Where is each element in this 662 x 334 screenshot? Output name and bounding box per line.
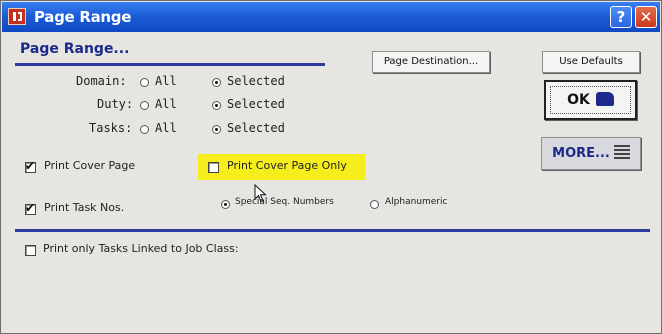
heading-divider [15,63,325,66]
duty-label: Duty: [97,97,134,111]
ok-focus-ring [550,86,631,114]
domain-all-label[interactable]: All [155,74,177,88]
duty-all-radio[interactable] [140,101,149,110]
more-label: MORE... [552,146,610,161]
tasks-selected-label[interactable]: Selected [227,121,285,135]
section-divider [15,229,650,232]
print-only-linked-label[interactable]: Print only Tasks Linked to Job Class: [43,242,239,255]
page-range-dialog: Page Range ? ✕ Page Range... Domain: All… [0,0,662,334]
domain-selected-radio[interactable] [212,78,221,87]
ok-button[interactable]: OK [544,80,637,120]
domain-label: Domain: [76,74,127,88]
list-icon [613,145,630,159]
duty-selected-label[interactable]: Selected [227,97,285,111]
print-cover-page-checkbox[interactable] [25,159,36,173]
tasks-label: Tasks: [89,121,133,135]
special-seq-label[interactable]: Special Seq. Numbers [235,197,334,207]
special-seq-radio[interactable] [221,200,230,209]
section-heading: Page Range... [20,41,130,57]
alphanumeric-label[interactable]: Alphanumeric [385,197,447,207]
tasks-all-label[interactable]: All [155,121,177,135]
print-task-nos-label[interactable]: Print Task Nos. [44,201,124,214]
tasks-all-radio[interactable] [140,125,149,134]
tasks-selected-radio[interactable] [212,125,221,134]
window-title: Page Range [34,8,132,26]
print-only-linked-checkbox[interactable] [25,245,36,256]
domain-all-radio[interactable] [140,78,149,87]
domain-selected-label[interactable]: Selected [227,74,285,88]
page-destination-button[interactable]: Page Destination... [372,51,490,73]
more-button[interactable]: MORE... [541,137,641,170]
duty-selected-radio[interactable] [212,101,221,110]
use-defaults-button[interactable]: Use Defaults [542,51,640,73]
close-button[interactable]: ✕ [635,6,657,28]
title-bar[interactable]: Page Range ? ✕ [2,2,660,32]
help-button[interactable]: ? [610,6,632,28]
print-cover-page-only-checkbox[interactable] [208,162,219,173]
duty-all-label[interactable]: All [155,97,177,111]
app-icon [8,8,26,25]
print-cover-page-only-label[interactable]: Print Cover Page Only [227,159,347,172]
print-cover-page-label[interactable]: Print Cover Page [44,159,135,172]
print-task-nos-checkbox[interactable] [25,201,36,215]
alphanumeric-radio[interactable] [370,200,379,209]
